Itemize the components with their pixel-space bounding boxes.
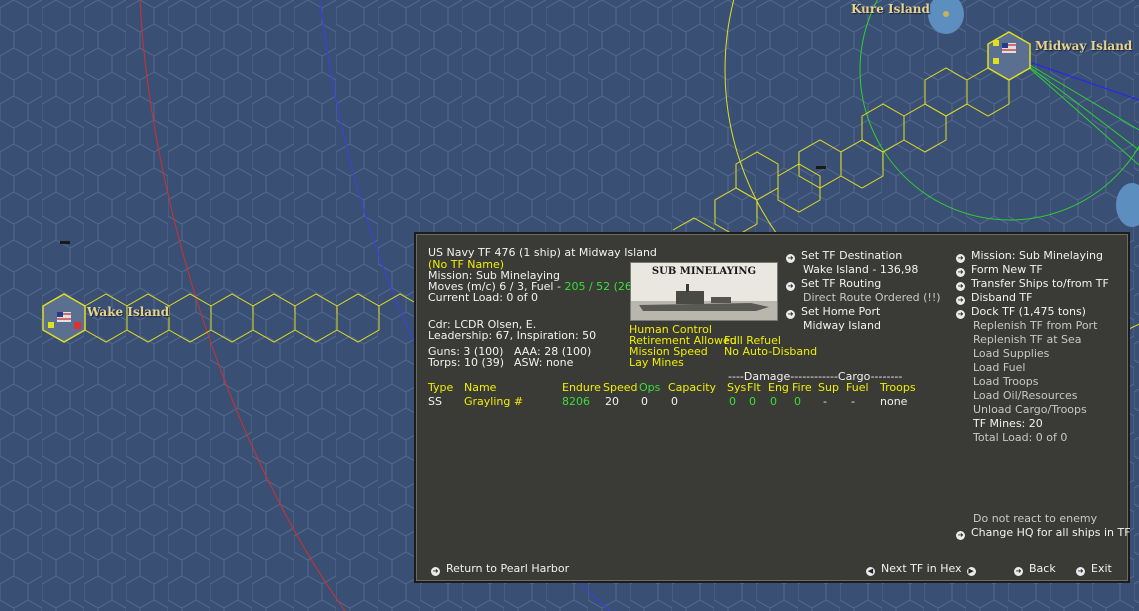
cell-fuel: - — [851, 395, 855, 408]
arrow-icon: ➜ — [956, 310, 965, 319]
col-sys: Sys — [727, 381, 747, 394]
cell-fire: 0 — [794, 395, 801, 408]
arrow-icon: ➜ — [956, 282, 965, 291]
replenish-sea-button: Replenish TF at Sea — [973, 333, 1082, 346]
cell-sup: - — [823, 395, 827, 408]
cell-ops: 0 — [641, 395, 648, 408]
arrow-icon: ➜ — [786, 282, 795, 291]
fuel-value: 205 / 52 (26) — [564, 280, 637, 293]
cell-speed: 20 — [605, 395, 619, 408]
col-capacity: Capacity — [668, 381, 717, 394]
back-button[interactable]: ➜ Back — [1014, 562, 1056, 576]
col-speed: Speed — [603, 381, 638, 394]
set-home-port-button[interactable]: ➜ Set Home Port — [786, 305, 880, 319]
arrow-icon: ➜ — [1014, 567, 1023, 576]
arrow-icon: ➜ — [956, 296, 965, 305]
home-port-value: Midway Island — [803, 319, 881, 332]
return-pearl-harbor-button[interactable]: ➜ Return to Pearl Harbor — [431, 562, 569, 576]
dock-tf-button[interactable]: ➜ Dock TF (1,475 tons) — [956, 305, 1086, 319]
tf-leadership: Leadership: 67, Inspiration: 50 — [428, 329, 597, 342]
arrow-icon: ➜ — [956, 254, 965, 263]
arrow-icon: ➜ — [956, 531, 965, 540]
replenish-port-button: Replenish TF from Port — [973, 319, 1098, 332]
disband-tf-button[interactable]: ➜ Disband TF — [956, 291, 1032, 305]
col-eng: Eng — [768, 381, 789, 394]
auto-disband-toggle[interactable]: No Auto-Disband — [724, 345, 817, 359]
col-endure: Endure — [562, 381, 601, 394]
exit-button[interactable]: ➜ Exit — [1076, 562, 1112, 576]
tf-load: Current Load: 0 of 0 — [428, 291, 538, 304]
tf-torps: Torps: 10 (39) — [428, 356, 505, 369]
load-fuel-button: Load Fuel — [973, 361, 1026, 374]
tf-info-panel: US Navy TF 476 (1 ship) at Midway Island… — [414, 232, 1131, 583]
col-name: Name — [464, 381, 497, 394]
col-fire: Fire — [792, 381, 812, 394]
col-ops: Ops — [639, 381, 661, 394]
next-tf-button[interactable]: ◀ Next TF in Hex ▶ — [866, 562, 982, 576]
form-new-tf-button[interactable]: ➜ Form New TF — [956, 263, 1043, 277]
col-troops: Troops — [880, 381, 916, 394]
col-type: Type — [428, 381, 454, 394]
map-label-midway: Midway Island — [1035, 39, 1133, 53]
cell-sys: 0 — [729, 395, 736, 408]
map-label-wake: Wake Island — [87, 305, 170, 319]
arrow-right-icon: ▶ — [966, 567, 976, 576]
no-react-toggle[interactable]: Do not react to enemy — [973, 512, 1097, 526]
tf-mines-value: TF Mines: 20 — [973, 417, 1043, 430]
mission-button[interactable]: ➜ Mission: Sub Minelaying — [956, 249, 1103, 263]
cell-name[interactable]: Grayling # — [464, 395, 523, 409]
arrow-icon: ➜ — [431, 567, 440, 576]
route-value: Direct Route Ordered (!!) — [803, 291, 941, 304]
destination-value: Wake Island - 136,98 — [803, 263, 919, 276]
map-label-kure: Kure Island — [851, 2, 930, 16]
arrow-icon: ➜ — [956, 268, 965, 277]
change-hq-button[interactable]: ➜ Change HQ for all ships in TF — [956, 526, 1131, 540]
total-load-value: Total Load: 0 of 0 — [973, 431, 1068, 444]
set-destination-button[interactable]: ➜ Set TF Destination — [786, 249, 902, 263]
unload-cargo-button: Unload Cargo/Troops — [973, 403, 1087, 416]
cell-type: SS — [428, 395, 442, 408]
arrow-left-icon: ◀ — [866, 567, 875, 576]
cell-troops: none — [880, 395, 908, 408]
mission-image: SUB MINELAYING — [630, 262, 778, 321]
cell-capacity: 0 — [671, 395, 678, 408]
cell-flt: 0 — [749, 395, 756, 408]
transfer-ships-button[interactable]: ➜ Transfer Ships to/from TF — [956, 277, 1109, 291]
arrow-icon: ➜ — [786, 310, 795, 319]
col-fuel: Fuel — [846, 381, 869, 394]
lay-mines-toggle[interactable]: Lay Mines — [629, 356, 684, 370]
set-routing-button[interactable]: ➜ Set TF Routing — [786, 277, 881, 291]
cell-eng: 0 — [770, 395, 777, 408]
col-flt: Flt — [747, 381, 761, 394]
tf-asw: ASW: none — [514, 356, 574, 369]
cell-endure: 8206 — [562, 395, 590, 408]
load-supplies-button: Load Supplies — [973, 347, 1050, 360]
arrow-icon: ➜ — [1076, 567, 1085, 576]
col-sup: Sup — [818, 381, 839, 394]
load-troops-button: Load Troops — [973, 375, 1039, 388]
load-oil-button: Load Oil/Resources — [973, 389, 1078, 402]
arrow-icon: ➜ — [786, 254, 795, 263]
